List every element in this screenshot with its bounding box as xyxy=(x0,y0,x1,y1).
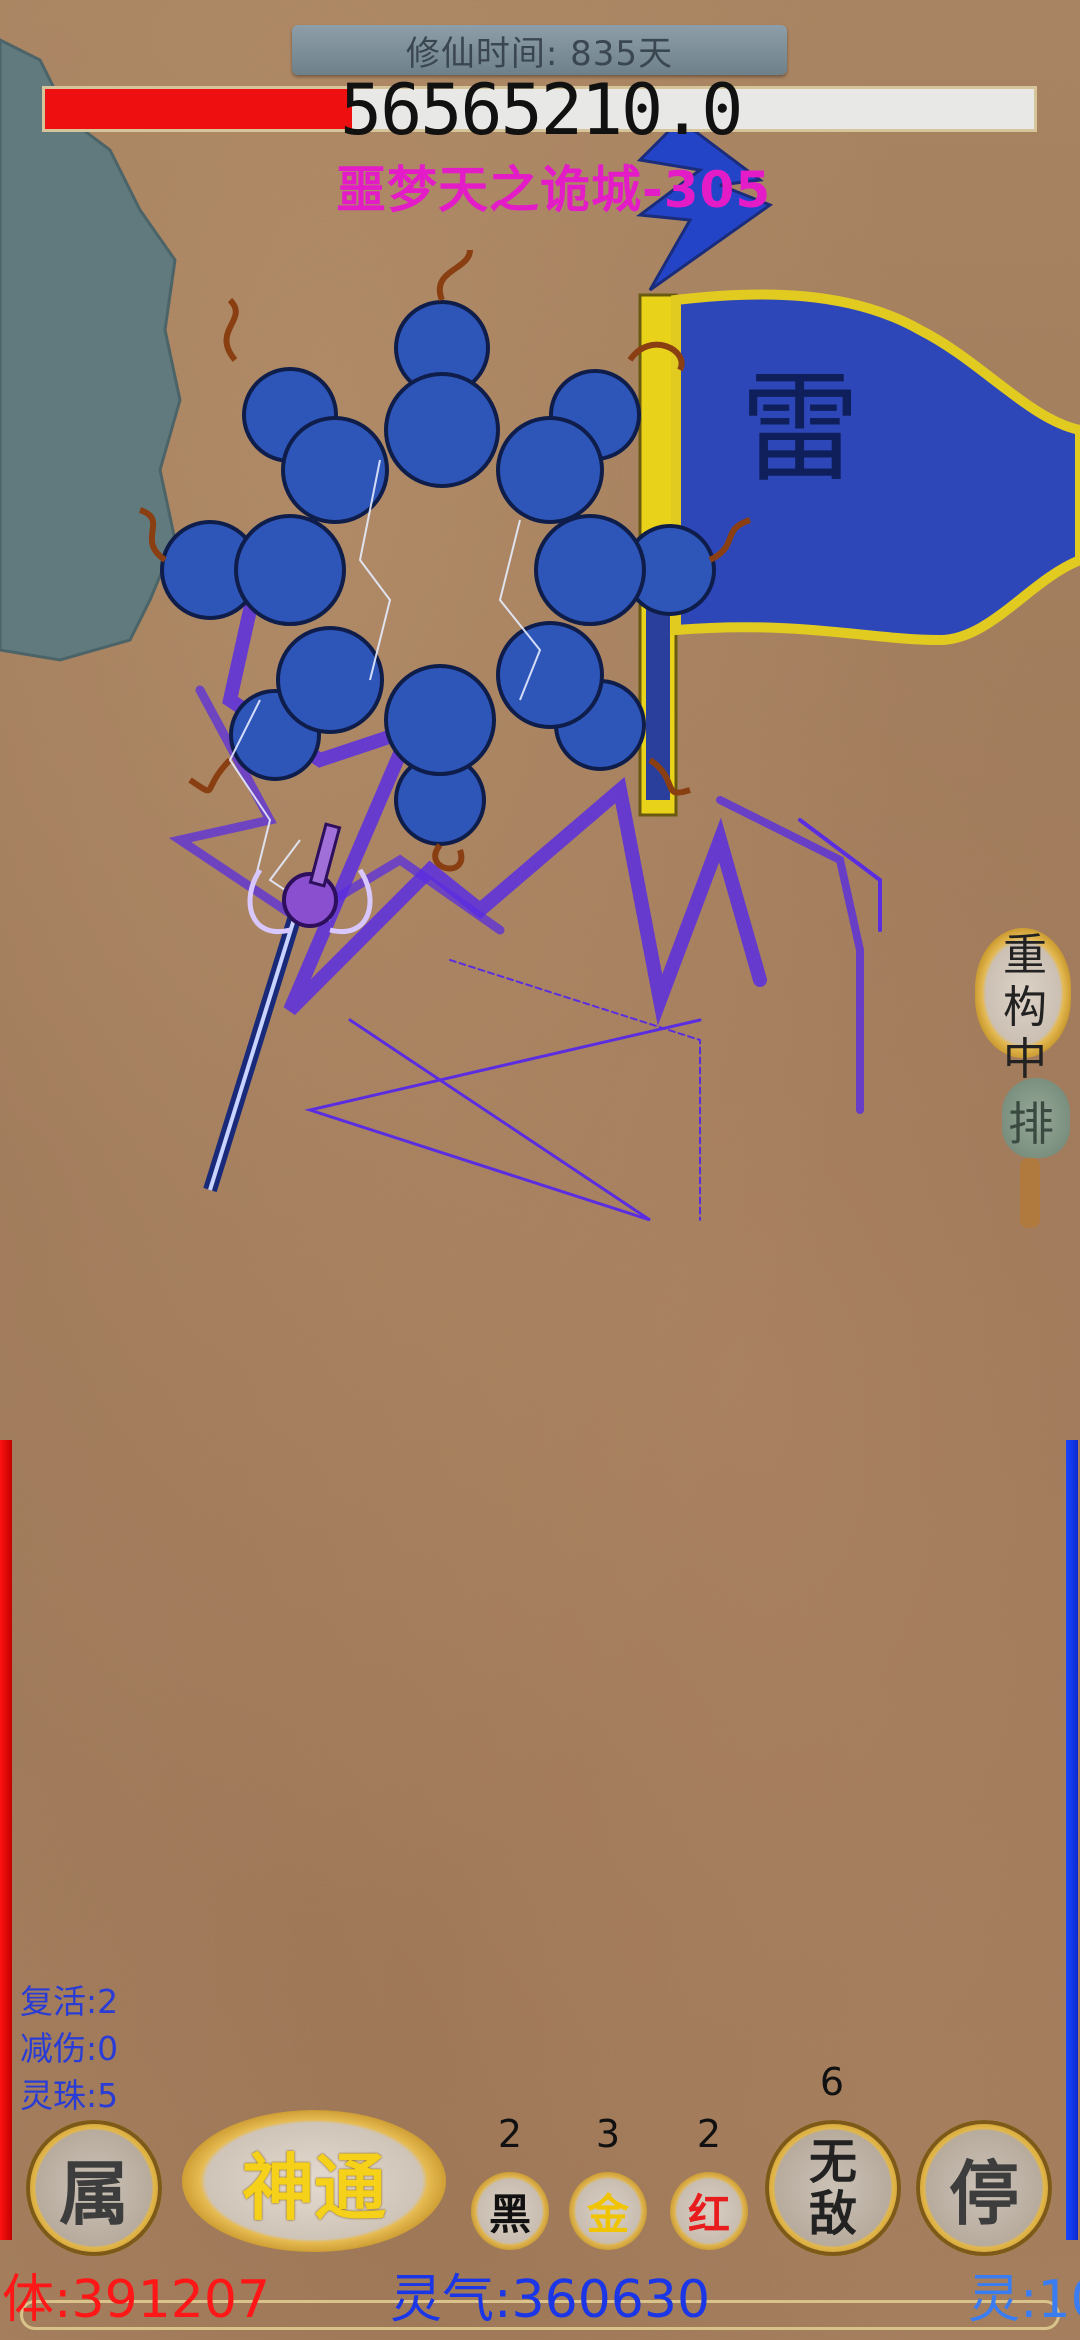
banner-text: 雷 xyxy=(740,360,860,499)
red-count: 2 xyxy=(696,2112,722,2156)
gourd-icon xyxy=(229,626,384,781)
cultivation-time-panel: 修仙时间: 835天 xyxy=(292,25,787,75)
ling-text: 灵:10 xyxy=(968,2270,1080,2330)
lightning-strike xyxy=(304,1018,702,1222)
battle-scene: 雷 xyxy=(138,118,1080,1222)
invincible-count: 6 xyxy=(819,2060,845,2104)
invincible-button[interactable]: 无敌 xyxy=(765,2120,901,2256)
gold-item-button[interactable]: 金 xyxy=(569,2172,647,2250)
attribute-label: 属 xyxy=(59,2152,129,2235)
hp-text: 体:391207 xyxy=(2,2270,271,2330)
black-label: 黑 xyxy=(488,2189,531,2239)
gold-count: 3 xyxy=(595,2112,621,2156)
invincible-label: 无敌 xyxy=(808,2134,857,2242)
black-item-button[interactable]: 黑 xyxy=(471,2172,549,2250)
gourd-icon xyxy=(496,621,646,771)
red-label: 红 xyxy=(687,2189,730,2239)
gourd-icon xyxy=(534,514,716,626)
pause-label: 停 xyxy=(949,2152,1019,2235)
gourd-icon xyxy=(242,367,389,524)
hp-side-bar xyxy=(0,1440,12,2240)
boss-hp-value: 56565210.0 xyxy=(340,69,743,151)
attribute-button[interactable]: 属 xyxy=(26,2120,162,2256)
shentong-button[interactable]: 神通 xyxy=(182,2110,446,2252)
shentong-label: 神通 xyxy=(241,2145,386,2230)
stage-name: 噩梦天之诡城-305 xyxy=(336,161,772,219)
gold-label: 金 xyxy=(586,2189,629,2239)
ling-zhu-stat: 灵珠:5 xyxy=(20,2076,119,2115)
red-item-button[interactable]: 红 xyxy=(670,2172,748,2250)
black-count: 2 xyxy=(497,2112,523,2156)
gourd-icon xyxy=(160,514,346,626)
ling-side-bar xyxy=(1066,1440,1078,2240)
boss-hp-fill xyxy=(45,89,352,129)
damage-reduction-stat: 减伤:0 xyxy=(20,2029,119,2068)
sort-handle xyxy=(1020,1158,1040,1228)
lightning-strike xyxy=(716,796,864,1114)
rebuild-label: 重构中 xyxy=(1003,930,1047,1085)
pause-button[interactable]: 停 xyxy=(916,2120,1052,2256)
gourd-icon xyxy=(384,664,496,846)
gourd-icon xyxy=(496,369,641,524)
gourd-ring xyxy=(160,300,716,846)
lingqi-text: 灵气:360630 xyxy=(390,2270,711,2330)
cultivation-time-text: 修仙时间: 835天 xyxy=(405,33,674,74)
gourd-icon xyxy=(384,300,500,488)
revive-stat: 复活:2 xyxy=(20,1982,119,2021)
sort-label: 排 xyxy=(1008,1097,1054,1151)
